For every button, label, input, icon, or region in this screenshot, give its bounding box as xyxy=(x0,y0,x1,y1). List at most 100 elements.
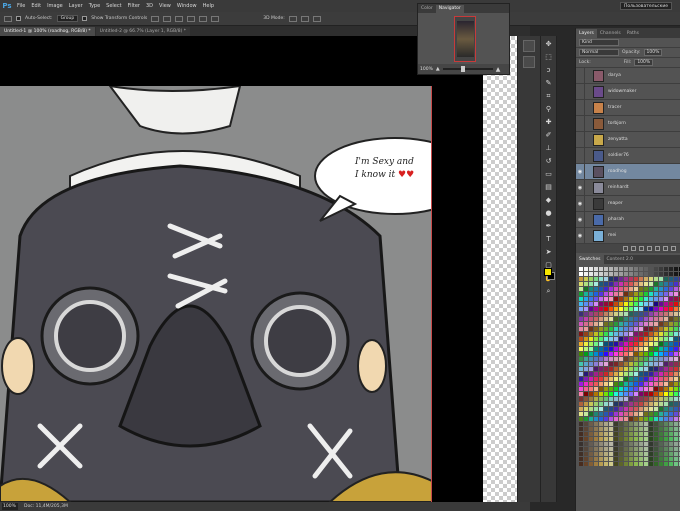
color-swatch[interactable] xyxy=(609,407,613,411)
color-swatch[interactable] xyxy=(584,462,588,466)
color-swatch[interactable] xyxy=(644,337,648,341)
color-swatch[interactable] xyxy=(629,447,633,451)
tab-layers[interactable]: Layers xyxy=(576,29,597,38)
color-swatch[interactable] xyxy=(634,277,638,281)
color-swatch[interactable] xyxy=(664,427,668,431)
color-swatch[interactable] xyxy=(584,452,588,456)
color-swatch[interactable] xyxy=(624,292,628,296)
color-swatch[interactable] xyxy=(644,347,648,351)
color-swatch[interactable] xyxy=(654,327,658,331)
layer-row-reaper[interactable]: ◉ reaper xyxy=(576,195,680,212)
color-swatch[interactable] xyxy=(619,272,623,276)
color-swatch[interactable] xyxy=(604,437,608,441)
color-swatch[interactable] xyxy=(589,452,593,456)
color-swatch[interactable] xyxy=(604,307,608,311)
color-swatch[interactable] xyxy=(584,297,588,301)
color-swatch[interactable] xyxy=(604,427,608,431)
color-swatch[interactable] xyxy=(624,457,628,461)
color-swatch[interactable] xyxy=(624,277,628,281)
color-swatch[interactable] xyxy=(624,382,628,386)
color-swatch[interactable] xyxy=(659,367,663,371)
color-swatch[interactable] xyxy=(659,322,663,326)
color-swatch[interactable] xyxy=(629,412,633,416)
color-swatch[interactable] xyxy=(659,302,663,306)
color-swatch[interactable] xyxy=(619,382,623,386)
color-swatch[interactable] xyxy=(599,332,603,336)
color-swatch[interactable] xyxy=(659,297,663,301)
color-swatch[interactable] xyxy=(609,372,613,376)
color-swatch[interactable] xyxy=(669,327,673,331)
menu-window[interactable]: Window xyxy=(174,3,200,9)
color-swatch[interactable] xyxy=(579,357,583,361)
color-swatch[interactable] xyxy=(634,377,638,381)
color-swatch[interactable] xyxy=(659,352,663,356)
color-swatch[interactable] xyxy=(649,432,653,436)
color-swatch[interactable] xyxy=(589,322,593,326)
quick-select-tool-icon[interactable]: ✎ xyxy=(544,78,554,88)
color-swatch[interactable] xyxy=(644,442,648,446)
color-swatch[interactable] xyxy=(674,337,678,341)
color-swatch[interactable] xyxy=(609,267,613,271)
color-swatch[interactable] xyxy=(619,317,623,321)
color-swatch[interactable] xyxy=(654,342,658,346)
color-swatch[interactable] xyxy=(579,442,583,446)
color-swatch[interactable] xyxy=(589,392,593,396)
color-swatch[interactable] xyxy=(624,422,628,426)
color-swatch[interactable] xyxy=(579,272,583,276)
color-swatch[interactable] xyxy=(659,442,663,446)
color-swatch[interactable] xyxy=(654,372,658,376)
color-swatch[interactable] xyxy=(669,297,673,301)
color-swatch[interactable] xyxy=(624,282,628,286)
color-swatch[interactable] xyxy=(589,327,593,331)
color-swatch[interactable] xyxy=(654,387,658,391)
color-swatch[interactable] xyxy=(674,332,678,336)
color-swatch[interactable] xyxy=(659,407,663,411)
color-swatch[interactable] xyxy=(664,287,668,291)
marquee-tool-icon[interactable]: ⬚ xyxy=(544,52,554,62)
color-swatch[interactable] xyxy=(584,287,588,291)
color-swatch[interactable] xyxy=(614,322,618,326)
color-swatch[interactable] xyxy=(584,392,588,396)
color-swatch[interactable] xyxy=(629,332,633,336)
color-swatch[interactable] xyxy=(614,462,618,466)
color-swatch[interactable] xyxy=(659,457,663,461)
color-swatch[interactable] xyxy=(614,287,618,291)
color-swatch[interactable] xyxy=(614,352,618,356)
color-swatch[interactable] xyxy=(624,387,628,391)
tab-untitled-1[interactable]: Untitled-1 @ 100% (roadhog, RGB/8) * xyxy=(0,27,95,36)
color-swatch[interactable] xyxy=(659,267,663,271)
color-swatch[interactable] xyxy=(599,302,603,306)
color-swatch[interactable] xyxy=(599,292,603,296)
color-swatch[interactable] xyxy=(609,297,613,301)
color-swatch[interactable] xyxy=(599,452,603,456)
color-swatch[interactable] xyxy=(659,387,663,391)
color-swatch[interactable] xyxy=(659,382,663,386)
color-swatch[interactable] xyxy=(629,267,633,271)
color-swatch[interactable] xyxy=(664,307,668,311)
color-swatch[interactable] xyxy=(584,357,588,361)
color-swatch[interactable] xyxy=(669,442,673,446)
color-swatch[interactable] xyxy=(584,377,588,381)
color-swatch[interactable] xyxy=(579,457,583,461)
layer-row-torbjorn[interactable]: torbjorn xyxy=(576,115,680,132)
color-swatch[interactable] xyxy=(599,347,603,351)
color-swatch[interactable] xyxy=(594,337,598,341)
color-swatch[interactable] xyxy=(599,267,603,271)
color-swatch[interactable] xyxy=(604,267,608,271)
color-swatch[interactable] xyxy=(654,267,658,271)
color-swatch[interactable] xyxy=(639,302,643,306)
color-swatch[interactable] xyxy=(589,402,593,406)
color-swatch[interactable] xyxy=(614,397,618,401)
color-swatch[interactable] xyxy=(619,402,623,406)
color-swatch[interactable] xyxy=(584,397,588,401)
menu-file[interactable]: File xyxy=(14,3,28,9)
color-swatch[interactable] xyxy=(594,282,598,286)
color-swatch[interactable] xyxy=(594,297,598,301)
tab-paths[interactable]: Paths xyxy=(624,29,642,38)
color-swatch[interactable] xyxy=(599,282,603,286)
color-swatch[interactable] xyxy=(589,412,593,416)
color-swatch[interactable] xyxy=(609,437,613,441)
color-swatch[interactable] xyxy=(609,442,613,446)
color-swatch[interactable] xyxy=(594,292,598,296)
color-swatch[interactable] xyxy=(639,327,643,331)
